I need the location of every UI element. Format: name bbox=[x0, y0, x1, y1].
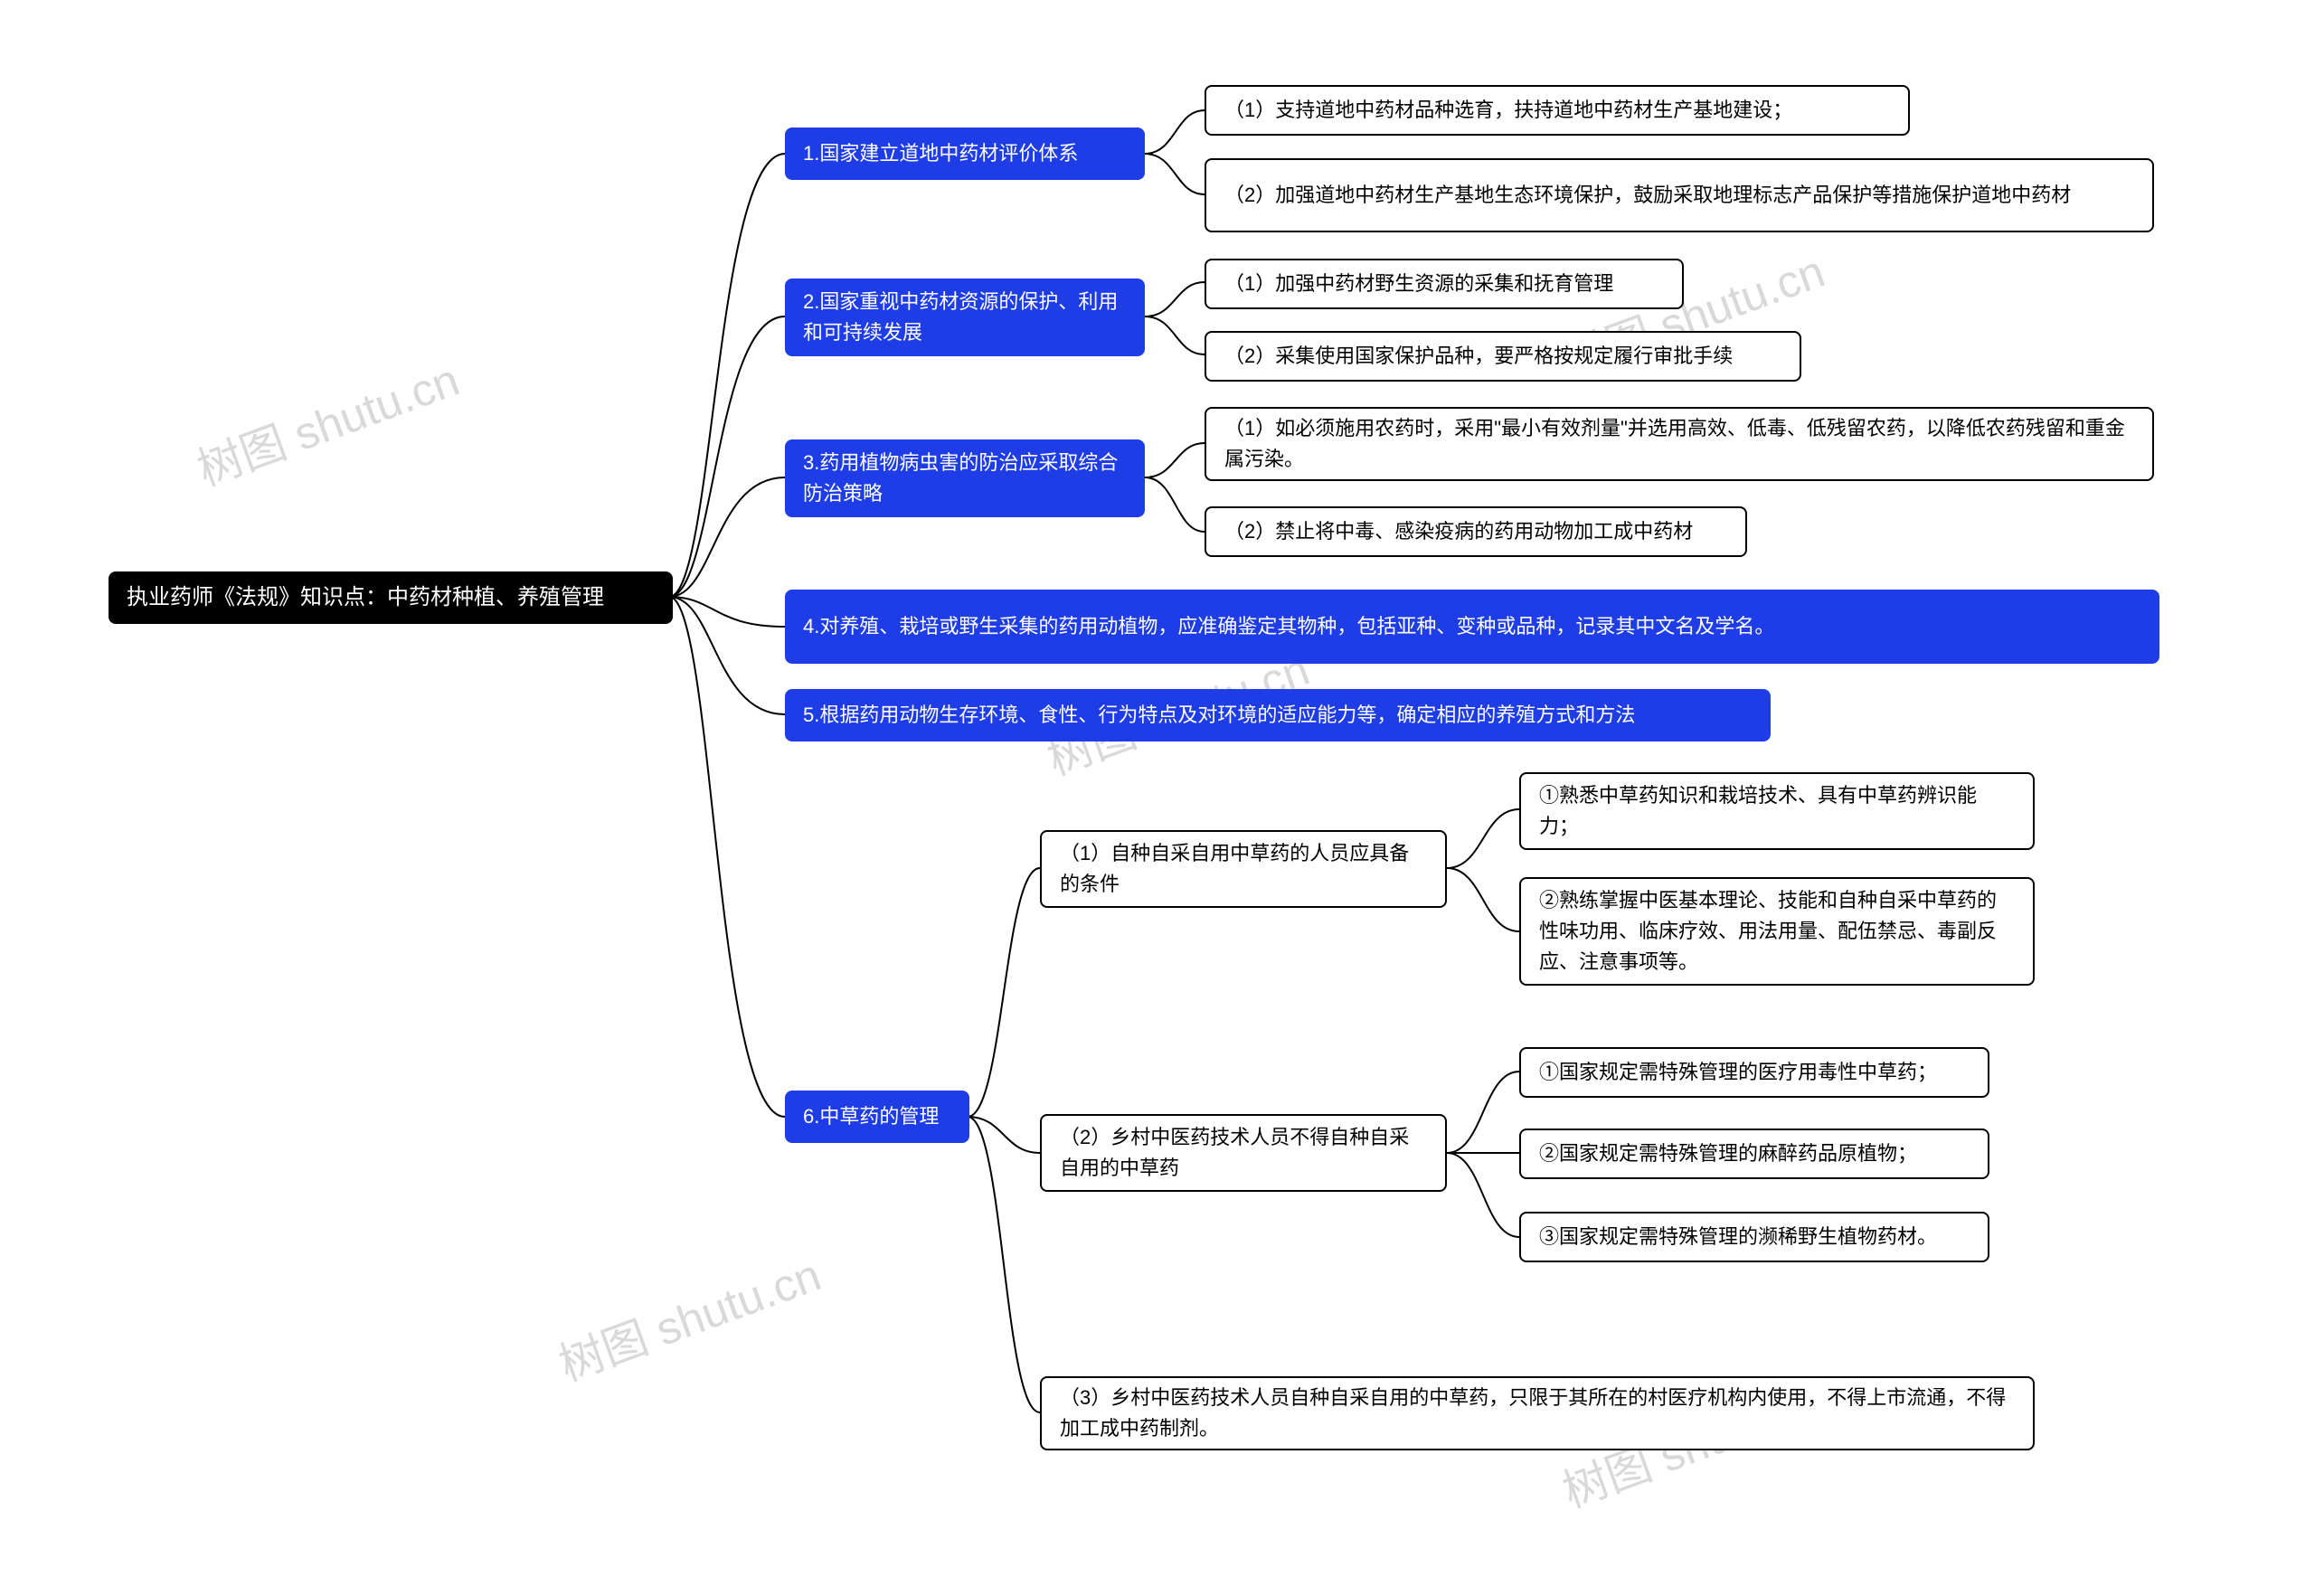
branch-2[interactable]: 2.国家重视中药材资源的保护、利用和可持续发展 bbox=[785, 279, 1145, 356]
branch-2-leaf-1-label: （1）加强中药材野生资源的采集和抚育管理 bbox=[1224, 269, 1613, 299]
branch-6-sub-2-leaf-2[interactable]: ②国家规定需特殊管理的麻醉药品原植物； bbox=[1519, 1129, 1989, 1179]
branch-6-sub-1-leaf-2-label: ②熟练掌握中医基本理论、技能和自种自采中草药的性味功用、临床疗效、用法用量、配伍… bbox=[1539, 885, 2015, 977]
branch-6-label: 6.中草药的管理 bbox=[803, 1101, 939, 1132]
root-label: 执业药师《法规》知识点：中药材种植、养殖管理 bbox=[127, 581, 604, 614]
branch-6-sub-2-leaf-1-label: ①国家规定需特殊管理的医疗用毒性中草药； bbox=[1539, 1057, 1937, 1088]
branch-6-sub-2-leaf-3[interactable]: ③国家规定需特殊管理的濒稀野生植物药材。 bbox=[1519, 1212, 1989, 1262]
branch-1-leaf-2-label: （2）加强道地中药材生产基地生态环境保护，鼓励采取地理标志产品保护等措施保护道地… bbox=[1224, 180, 2071, 211]
branch-1-leaf-1[interactable]: （1）支持道地中药材品种选育，扶持道地中药材生产基地建设； bbox=[1205, 85, 1910, 136]
branch-4-label: 4.对养殖、栽培或野生采集的药用动植物，应准确鉴定其物种，包括亚种、变种或品种，… bbox=[803, 611, 1774, 642]
branch-6-sub-1-leaf-2[interactable]: ②熟练掌握中医基本理论、技能和自种自采中草药的性味功用、临床疗效、用法用量、配伍… bbox=[1519, 877, 2035, 986]
root-node[interactable]: 执业药师《法规》知识点：中药材种植、养殖管理 bbox=[109, 571, 673, 624]
branch-1[interactable]: 1.国家建立道地中药材评价体系 bbox=[785, 127, 1145, 180]
branch-5-label: 5.根据药用动物生存环境、食性、行为特点及对环境的适应能力等，确定相应的养殖方式… bbox=[803, 700, 1635, 731]
branch-6-sub-2-leaf-3-label: ③国家规定需特殊管理的濒稀野生植物药材。 bbox=[1539, 1222, 1937, 1252]
branch-3-leaf-1-label: （1）如必须施用农药时，采用"最小有效剂量"并选用高效、低毒、低残留农药，以降低… bbox=[1224, 413, 2134, 475]
branch-6-sub-1-leaf-1[interactable]: ①熟悉中草药知识和栽培技术、具有中草药辨识能力； bbox=[1519, 772, 2035, 850]
mindmap-canvas: 树图 shutu.cn 树图 shutu.cn 树图 shutu.cn 树图 s… bbox=[0, 0, 2315, 1596]
branch-5[interactable]: 5.根据药用动物生存环境、食性、行为特点及对环境的适应能力等，确定相应的养殖方式… bbox=[785, 689, 1771, 741]
branch-1-leaf-1-label: （1）支持道地中药材品种选育，扶持道地中药材生产基地建设； bbox=[1224, 95, 1792, 126]
branch-3-leaf-2[interactable]: （2）禁止将中毒、感染疫病的药用动物加工成中药材 bbox=[1205, 506, 1747, 557]
branch-3-label: 3.药用植物病虫害的防治应采取综合防治策略 bbox=[803, 448, 1127, 509]
watermark: 树图 shutu.cn bbox=[187, 344, 467, 498]
branch-6[interactable]: 6.中草药的管理 bbox=[785, 1091, 969, 1143]
branch-6-sub-3-label: （3）乡村中医药技术人员自种自采自用的中草药，只限于其所在的村医疗机构内使用，不… bbox=[1060, 1383, 2015, 1444]
branch-6-sub-1-leaf-1-label: ①熟悉中草药知识和栽培技术、具有中草药辨识能力； bbox=[1539, 780, 2015, 842]
branch-1-label: 1.国家建立道地中药材评价体系 bbox=[803, 138, 1078, 169]
branch-1-leaf-2[interactable]: （2）加强道地中药材生产基地生态环境保护，鼓励采取地理标志产品保护等措施保护道地… bbox=[1205, 158, 2154, 232]
branch-2-leaf-2[interactable]: （2）采集使用国家保护品种，要严格按规定履行审批手续 bbox=[1205, 331, 1801, 382]
branch-2-leaf-2-label: （2）采集使用国家保护品种，要严格按规定履行审批手续 bbox=[1224, 341, 1733, 372]
branch-6-sub-2-leaf-2-label: ②国家规定需特殊管理的麻醉药品原植物； bbox=[1539, 1138, 1917, 1169]
branch-3-leaf-2-label: （2）禁止将中毒、感染疫病的药用动物加工成中药材 bbox=[1224, 516, 1693, 547]
branch-6-sub-1-label: （1）自种自采自用中草药的人员应具备的条件 bbox=[1060, 838, 1427, 900]
branch-2-leaf-1[interactable]: （1）加强中药材野生资源的采集和抚育管理 bbox=[1205, 259, 1684, 309]
branch-3-leaf-1[interactable]: （1）如必须施用农药时，采用"最小有效剂量"并选用高效、低毒、低残留农药，以降低… bbox=[1205, 407, 2154, 481]
branch-6-sub-2-label: （2）乡村中医药技术人员不得自种自采自用的中草药 bbox=[1060, 1122, 1427, 1184]
branch-6-sub-2[interactable]: （2）乡村中医药技术人员不得自种自采自用的中草药 bbox=[1040, 1114, 1447, 1192]
branch-4[interactable]: 4.对养殖、栽培或野生采集的药用动植物，应准确鉴定其物种，包括亚种、变种或品种，… bbox=[785, 590, 2159, 664]
branch-3[interactable]: 3.药用植物病虫害的防治应采取综合防治策略 bbox=[785, 439, 1145, 517]
branch-2-label: 2.国家重视中药材资源的保护、利用和可持续发展 bbox=[803, 287, 1127, 348]
branch-6-sub-3[interactable]: （3）乡村中医药技术人员自种自采自用的中草药，只限于其所在的村医疗机构内使用，不… bbox=[1040, 1376, 2035, 1450]
branch-6-sub-2-leaf-1[interactable]: ①国家规定需特殊管理的医疗用毒性中草药； bbox=[1519, 1047, 1989, 1098]
branch-6-sub-1[interactable]: （1）自种自采自用中草药的人员应具备的条件 bbox=[1040, 830, 1447, 908]
watermark: 树图 shutu.cn bbox=[549, 1239, 828, 1393]
